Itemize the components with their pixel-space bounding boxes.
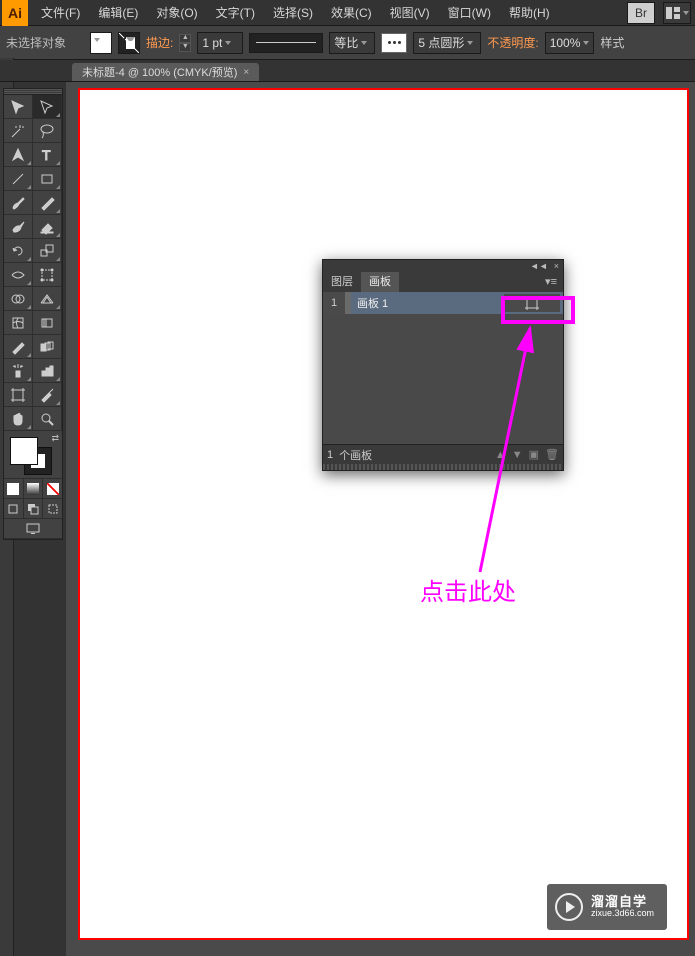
menu-bar: Ai 文件(F) 编辑(E) 对象(O) 文字(T) 选择(S) 效果(C) 视…	[0, 0, 695, 26]
document-tab[interactable]: 未标题-4 @ 100% (CMYK/预览) ×	[72, 63, 259, 81]
stroke-weight-stepper[interactable]: ▲▼	[179, 34, 191, 52]
menu-window[interactable]: 窗口(W)	[439, 0, 500, 26]
move-up-icon[interactable]: ▲	[495, 449, 506, 461]
draw-inside-button[interactable]	[43, 499, 62, 518]
shape-builder-tool[interactable]	[4, 287, 33, 311]
tab-layers[interactable]: 图层	[323, 272, 361, 292]
tab-artboards[interactable]: 画板	[361, 272, 399, 292]
column-graph-tool[interactable]	[33, 359, 62, 383]
mesh-tool[interactable]	[4, 311, 33, 335]
stroke-swatch[interactable]	[118, 32, 140, 54]
opacity-select[interactable]: 100%	[545, 32, 595, 54]
new-artboard-icon[interactable]: ▣	[529, 448, 539, 461]
artboard-count-label: 个画板	[339, 447, 372, 463]
canvas-area	[66, 82, 695, 956]
options-bar: 未选择对象 描边: ▲▼ 1 pt 等比 5 点圆形 不透明度: 100% 样式	[0, 26, 695, 60]
watermark-badge: 溜溜自学 zixue.3d66.com	[547, 884, 667, 930]
screen-mode-button[interactable]	[4, 519, 62, 538]
artboard-row[interactable]: 1 画板 1	[323, 292, 563, 314]
brush-select[interactable]: 5 点圆形	[413, 32, 481, 54]
play-icon	[555, 893, 583, 921]
swap-fill-stroke-icon[interactable]: ⇄	[51, 433, 59, 444]
opacity-label: 不透明度:	[487, 34, 538, 51]
panel-collapse-icon[interactable]: ◄◄	[530, 261, 548, 271]
blend-tool[interactable]	[33, 335, 62, 359]
paintbrush-tool[interactable]	[4, 191, 33, 215]
zoom-tool[interactable]	[33, 407, 62, 431]
type-tool[interactable]: T	[33, 143, 62, 167]
perspective-grid-tool[interactable]	[33, 287, 62, 311]
watermark-url: zixue.3d66.com	[591, 909, 654, 919]
tools-panel: T ⇄	[3, 88, 63, 540]
selection-status-label: 未选择对象	[6, 34, 84, 51]
blob-brush-tool[interactable]	[4, 215, 33, 239]
eraser-tool[interactable]	[33, 215, 62, 239]
panel-resize-grip[interactable]	[323, 464, 563, 470]
color-mode-button[interactable]	[4, 479, 24, 498]
magic-wand-tool[interactable]	[4, 119, 33, 143]
lasso-tool[interactable]	[33, 119, 62, 143]
artboard-options-button[interactable]	[504, 294, 560, 312]
artboard-row-name[interactable]: 画板 1	[351, 295, 504, 311]
stroke-label: 描边:	[146, 34, 173, 51]
hand-tool[interactable]	[4, 407, 33, 431]
panel-close-icon[interactable]: ×	[554, 261, 559, 271]
stroke-weight-select[interactable]: 1 pt	[197, 32, 243, 54]
menu-file[interactable]: 文件(F)	[32, 0, 89, 26]
scale-tool[interactable]	[33, 239, 62, 263]
fill-indicator[interactable]	[10, 437, 38, 465]
eyedropper-tool[interactable]	[4, 335, 33, 359]
fill-stroke-indicator[interactable]: ⇄	[4, 431, 62, 479]
rotate-tool[interactable]	[4, 239, 33, 263]
none-mode-button[interactable]	[43, 479, 62, 498]
artboards-panel: ◄◄ × 图层 画板 ▾≡ 1 画板 1 1 个画板 ▲ ▼ ▣ 🗑	[322, 259, 564, 471]
artboard-crop-icon	[524, 296, 540, 310]
selection-tool[interactable]	[4, 95, 33, 119]
bridge-button[interactable]: Br	[627, 2, 655, 24]
symbol-sprayer-tool[interactable]	[4, 359, 33, 383]
document-tabs: 未标题-4 @ 100% (CMYK/预览) ×	[0, 60, 695, 82]
pencil-tool[interactable]	[33, 191, 62, 215]
menu-type[interactable]: 文字(T)	[207, 0, 264, 26]
menu-view[interactable]: 视图(V)	[381, 0, 439, 26]
app-logo-illustrator: Ai	[2, 0, 28, 26]
menu-select[interactable]: 选择(S)	[264, 0, 322, 26]
stroke-profile-select[interactable]: 等比	[329, 32, 375, 54]
artboard-canvas[interactable]	[78, 88, 689, 940]
brush-preview-dots	[381, 33, 407, 53]
menu-effect[interactable]: 效果(C)	[322, 0, 381, 26]
fill-swatch[interactable]	[90, 32, 112, 54]
artboard-count-number: 1	[327, 449, 333, 461]
stroke-profile-preview[interactable]	[249, 33, 323, 53]
menu-object[interactable]: 对象(O)	[147, 0, 206, 26]
gradient-tool[interactable]	[33, 311, 62, 335]
menu-edit[interactable]: 编辑(E)	[89, 0, 147, 26]
gradient-mode-button[interactable]	[24, 479, 44, 498]
draw-behind-button[interactable]	[24, 499, 44, 518]
artboard-row-number: 1	[323, 292, 345, 314]
width-tool[interactable]	[4, 263, 33, 287]
menu-help[interactable]: 帮助(H)	[500, 0, 559, 26]
rectangle-tool[interactable]	[33, 167, 62, 191]
watermark-title: 溜溜自学	[591, 895, 654, 909]
line-segment-tool[interactable]	[4, 167, 33, 191]
direct-selection-tool[interactable]	[33, 95, 62, 119]
pen-tool[interactable]	[4, 143, 33, 167]
document-title: 未标题-4 @ 100% (CMYK/预览)	[82, 64, 237, 80]
close-document-icon[interactable]: ×	[243, 67, 249, 78]
svg-text:T: T	[42, 147, 51, 163]
delete-artboard-icon[interactable]: 🗑	[545, 448, 559, 461]
free-transform-tool[interactable]	[33, 263, 62, 287]
style-label: 样式	[600, 34, 624, 51]
panel-menu-icon[interactable]: ▾≡	[539, 272, 563, 292]
artboard-tool[interactable]	[4, 383, 33, 407]
arrange-icon	[666, 7, 680, 19]
draw-normal-button[interactable]	[4, 499, 24, 518]
workspace-arrange-button[interactable]	[663, 2, 691, 24]
move-down-icon[interactable]: ▼	[512, 449, 523, 461]
slice-tool[interactable]	[33, 383, 62, 407]
